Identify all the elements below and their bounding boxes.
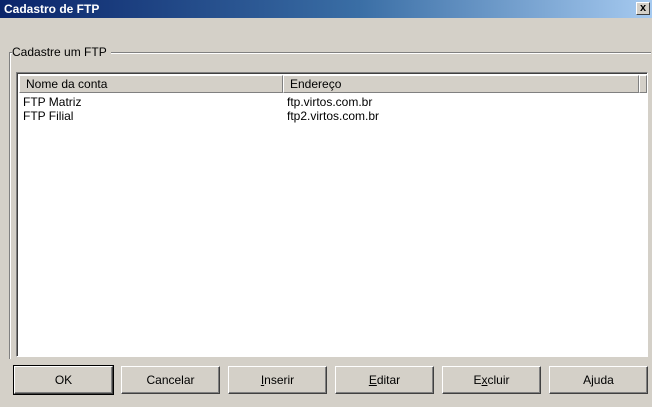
help-button[interactable]: Ajuda <box>549 366 648 394</box>
delete-button[interactable]: Ex cluir <box>442 366 541 394</box>
list-header: Nome da conta Endereço <box>19 75 647 93</box>
delete-label-pre: E <box>473 373 482 387</box>
table-row[interactable]: FTP Filial ftp2.virtos.com.br <box>19 109 647 123</box>
ok-label: OK <box>54 373 73 387</box>
row-address: ftp.virtos.com.br <box>287 95 373 109</box>
list-rows: FTP Matriz ftp.virtos.com.br FTP Filial … <box>19 95 647 123</box>
edit-button[interactable]: Editar <box>335 366 434 394</box>
edit-label: ditar <box>376 373 401 387</box>
ftp-list[interactable]: Nome da conta Endereço FTP Matriz ftp.vi… <box>16 72 648 357</box>
help-label: Ajuda <box>583 373 614 387</box>
close-button[interactable]: x <box>636 2 650 15</box>
row-account-name: FTP Matriz <box>23 95 82 109</box>
close-icon: x <box>639 2 647 14</box>
cancel-button[interactable]: Cancelar <box>121 366 220 394</box>
row-account-name: FTP Filial <box>23 109 74 123</box>
group-label: Cadastre um FTP <box>12 45 111 59</box>
title-bar[interactable]: Cadastro de FTP x <box>0 0 652 18</box>
window-title: Cadastro de FTP <box>4 2 100 16</box>
button-bar: OK Cancelar Inserir Editar Ex cluir Ajuda <box>13 365 648 395</box>
table-row[interactable]: FTP Matriz ftp.virtos.com.br <box>19 95 647 109</box>
column-header-endereco[interactable]: Endereço <box>283 75 639 93</box>
delete-label: cluir <box>487 373 510 387</box>
insert-button[interactable]: Inserir <box>228 366 327 394</box>
column-header-nome[interactable]: Nome da conta <box>19 75 283 93</box>
cancel-label: Cancelar <box>146 373 195 387</box>
row-address: ftp2.virtos.com.br <box>287 109 380 123</box>
column-header-filler <box>639 75 647 93</box>
edit-label-accel: E <box>368 373 377 387</box>
insert-label: nserir <box>264 373 295 387</box>
ok-button[interactable]: OK <box>13 365 114 395</box>
